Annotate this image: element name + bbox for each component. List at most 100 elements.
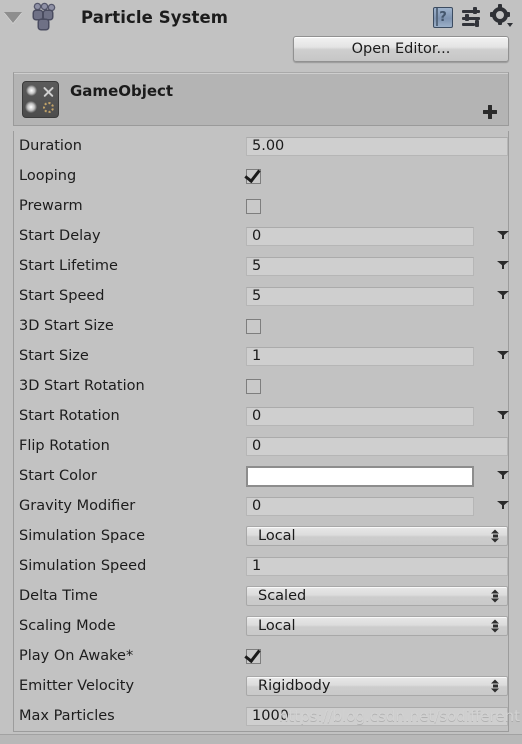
gameobject-header[interactable]: GameObject [13,72,509,126]
property-control [246,378,261,394]
property-label: 3D Start Rotation [19,378,145,394]
property-row: Looping [14,161,508,191]
input-start-delay[interactable]: 0 [246,226,474,246]
property-label: Looping [19,168,77,184]
dropdown-value: Local [258,618,296,634]
updown-arrow-icon [491,589,500,603]
updown-arrow-icon [491,619,500,633]
curve-mode-dropdown-icon[interactable] [497,410,509,422]
page-title: Particle System [81,7,229,27]
open-editor-row: Open Editor... [0,34,522,66]
input-flip-rotation[interactable]: 0 [246,436,508,456]
input-simulation-speed[interactable]: 1 [246,556,508,576]
property-control: Rigidbody [246,676,508,696]
property-row: Emitter Velocity Rigidbody [14,671,508,701]
property-label: Prewarm [19,198,83,214]
input-max-particles[interactable]: 1000 [246,706,508,726]
property-row: Duration 5.00 [14,131,508,161]
property-row: Delta Time Scaled [14,581,508,611]
input-duration[interactable]: 5.00 [246,136,508,156]
gameobject-name: GameObject [70,82,174,100]
property-label: Duration [19,138,82,154]
settings-gear-icon[interactable] [489,4,513,28]
dropdown-scaling-mode[interactable]: Local [246,616,508,636]
property-row: Play On Awake* [14,641,508,671]
input-start-rotation[interactable]: 0 [246,406,474,426]
property-row: Start Rotation 0 [14,401,509,431]
chevron-down-icon [4,11,22,23]
help-question-glyph: ? [439,9,447,25]
curve-mode-dropdown-icon[interactable] [497,260,509,272]
property-control: 1 [246,346,474,366]
property-control: 0 [246,226,474,246]
property-row: 3D Start Size [14,311,508,341]
particle-ring-glyph [43,102,54,113]
dropdown-delta-time[interactable]: Scaled [246,586,508,606]
input-start-speed[interactable]: 5 [246,286,474,306]
curve-mode-dropdown-icon[interactable] [497,290,509,302]
property-label: Start Lifetime [19,258,118,274]
color-mode-dropdown-icon[interactable] [497,470,509,482]
input-gravity-modifier[interactable]: 0 [246,496,474,516]
property-control: 1 [246,556,508,576]
property-row: Prewarm [14,191,508,221]
checkbox-3d-start-rotation[interactable] [246,378,261,394]
property-label: 3D Start Size [19,318,114,334]
property-row: Flip Rotation 0 [14,431,508,461]
property-control [246,318,261,334]
particle-system-icon [27,4,57,30]
property-control: 0 [246,496,474,516]
preset-icon[interactable] [462,7,482,28]
property-control [246,465,474,487]
updown-arrow-icon [491,679,500,693]
dropdown-emitter-velocity[interactable]: Rigidbody [246,676,508,696]
property-row: Start Color [14,461,509,491]
property-label: Simulation Space [19,528,146,544]
checkbox-play-on-awake[interactable] [246,648,261,664]
property-control: 5.00 [246,136,508,156]
gear-caret-icon [507,22,513,27]
property-label: Delta Time [19,588,98,604]
property-label: Flip Rotation [19,438,110,454]
property-label: Max Particles [19,708,115,724]
open-editor-button[interactable]: Open Editor... [293,36,509,62]
window-bottom-strip [0,734,522,744]
input-start-lifetime[interactable]: 5 [246,256,474,276]
property-row: Gravity Modifier 0 [14,491,509,521]
property-control [246,198,261,214]
curve-mode-dropdown-icon[interactable] [497,350,509,362]
property-label: Play On Awake* [19,648,134,664]
property-label: Start Color [19,468,97,484]
property-control: Local [246,526,508,546]
header-icon-group: ? [433,4,522,28]
property-label: Emitter Velocity [19,678,135,694]
dropdown-value: Scaled [258,588,307,604]
particle-effect-icon [22,81,59,118]
property-control: 1000 [246,706,508,726]
curve-mode-dropdown-icon[interactable] [497,230,509,242]
property-row: Simulation Speed 1 [14,551,508,581]
dropdown-simulation-space[interactable]: Local [246,526,508,546]
property-control: 0 [246,406,474,426]
property-row: Start Lifetime 5 [14,251,509,281]
property-label: Start Size [19,348,89,364]
property-label: Start Delay [19,228,101,244]
property-label: Simulation Speed [19,558,147,574]
property-label: Scaling Mode [19,618,116,634]
property-row: Start Speed 5 [14,281,509,311]
color-swatch-start-color[interactable] [246,465,474,487]
property-control [246,648,261,664]
add-particle-system-button[interactable] [481,103,499,121]
checkbox-looping[interactable] [246,168,261,184]
property-control [246,168,261,184]
help-icon[interactable]: ? [433,6,453,28]
property-row: Scaling Mode Local [14,611,508,641]
checkbox-prewarm[interactable] [246,198,261,214]
checkbox-3d-start-size[interactable] [246,318,261,334]
component-foldout-toggle[interactable] [0,0,26,34]
property-row: Start Delay 0 [14,221,509,251]
curve-mode-dropdown-icon[interactable] [497,500,509,512]
input-start-size[interactable]: 1 [246,346,474,366]
property-control: 5 [246,256,474,276]
property-row: 3D Start Rotation [14,371,508,401]
